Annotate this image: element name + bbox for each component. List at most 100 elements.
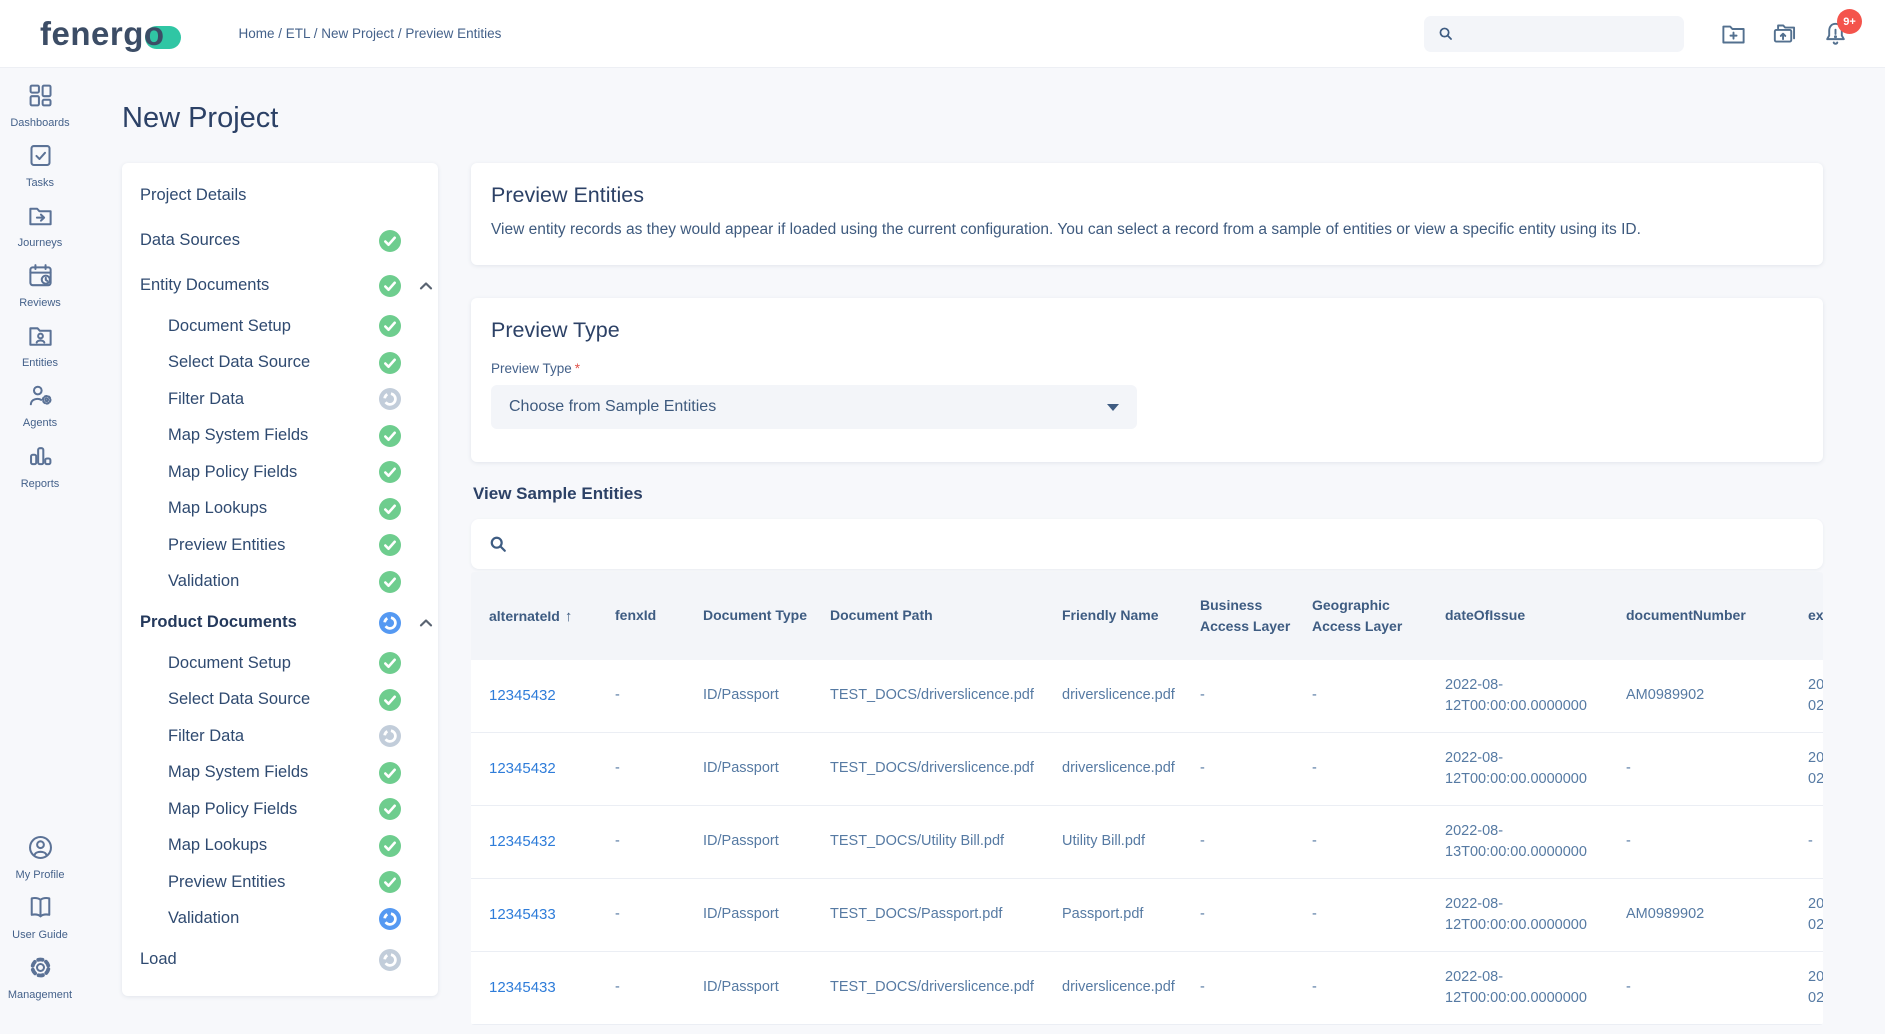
table-cell-alternateId[interactable]: 12345432 — [489, 685, 615, 708]
table-cell-friendlyName: driverslicence.pdf — [1062, 758, 1200, 780]
upload-folders-icon[interactable] — [1771, 20, 1798, 47]
wizard-step-map-system-fields[interactable]: Map System Fields — [122, 755, 438, 792]
sidebar-item-dashboards[interactable]: Dashboards — [0, 82, 80, 129]
table-cell-fenxId: - — [615, 831, 703, 853]
table-cell-alternateId[interactable]: 12345432 — [489, 831, 615, 854]
wizard-step-label: Map System Fields — [168, 426, 378, 445]
status-complete-icon — [378, 460, 402, 484]
table-row[interactable]: 12345433-ID/PassportTEST_DOCS/driverslic… — [471, 952, 1823, 1025]
wizard-step-preview-entities[interactable]: Preview Entities — [122, 864, 438, 901]
global-search-input[interactable] — [1455, 16, 1684, 52]
top-header: fenergo Home / ETL / New Project / Previ… — [0, 0, 1885, 68]
wizard-step-document-setup[interactable]: Document Setup — [122, 645, 438, 682]
wizard-step-document-setup[interactable]: Document Setup — [122, 308, 438, 345]
wizard-step-select-data-source[interactable]: Select Data Source — [122, 345, 438, 382]
wizard-step-map-policy-fields[interactable]: Map Policy Fields — [122, 791, 438, 828]
chevron-slot-empty — [416, 799, 436, 819]
add-folder-icon[interactable] — [1720, 20, 1747, 47]
preview-type-select[interactable]: Choose from Sample Entities — [491, 385, 1137, 429]
wizard-step-map-policy-fields[interactable]: Map Policy Fields — [122, 454, 438, 491]
column-header-documentNumber[interactable]: documentNumber — [1626, 605, 1808, 627]
table-cell-businessAccessLayer: - — [1200, 758, 1312, 780]
chevron-slot-empty — [416, 462, 436, 482]
table-row[interactable]: 12345433-ID/PassportTEST_DOCS/Passport.p… — [471, 879, 1823, 952]
wizard-step-map-lookups[interactable]: Map Lookups — [122, 491, 438, 528]
sample-entities-search[interactable] — [471, 519, 1823, 569]
search-icon — [1436, 24, 1455, 43]
wizard-step-filter-data[interactable]: Filter Data — [122, 718, 438, 755]
column-header-businessAccessLayer[interactable]: Business Access Layer — [1200, 595, 1312, 638]
chevron-down-icon — [1107, 404, 1119, 411]
sidebar-item-management[interactable]: Management — [0, 954, 80, 1001]
table-row[interactable]: 12345432-ID/PassportTEST_DOCS/driverslic… — [471, 733, 1823, 806]
notifications-bell-icon[interactable]: 9+ — [1822, 20, 1849, 47]
sort-ascending-icon: ↑ — [565, 608, 573, 625]
status-in-progress-icon — [378, 611, 402, 635]
column-header-friendlyName[interactable]: Friendly Name — [1062, 605, 1200, 627]
wizard-step-load[interactable]: Load — [122, 937, 438, 982]
wizard-step-label: Map Lookups — [168, 499, 378, 518]
table-cell-fenxId: - — [615, 977, 703, 999]
column-header-alternateId[interactable]: alternateId↑ — [489, 605, 615, 628]
wizard-step-data-sources[interactable]: Data Sources — [122, 218, 438, 263]
table-header-row: alternateId↑fenxIdDocument TypeDocument … — [471, 572, 1823, 660]
wizard-steps-panel: Project Details Data Sources Entity Docu… — [122, 163, 438, 996]
sidebar-item-tasks[interactable]: Tasks — [0, 142, 80, 189]
table-cell-exp: - — [1808, 831, 1823, 853]
breadcrumb[interactable]: Home / ETL / New Project / Preview Entit… — [239, 26, 502, 41]
wizard-step-product-documents[interactable]: Product Documents — [122, 600, 438, 645]
status-complete-icon — [378, 314, 402, 338]
notification-count-badge: 9+ — [1837, 9, 1862, 34]
status-complete-icon — [378, 761, 402, 785]
sample-entities-table-body: 12345432-ID/PassportTEST_DOCS/driverslic… — [471, 660, 1823, 1025]
sidebar-item-agents[interactable]: Agents — [0, 382, 80, 429]
status-none — [378, 184, 402, 208]
wizard-step-project-details[interactable]: Project Details — [122, 173, 438, 218]
chevron-up-icon[interactable] — [416, 276, 436, 296]
table-cell-geographicAccessLayer: - — [1312, 685, 1445, 707]
table-cell-dateOfIssue: 2022-08-12T00:00:00.0000000 — [1445, 894, 1626, 938]
column-header-geographicAccessLayer[interactable]: Geographic Access Layer — [1312, 595, 1445, 638]
column-header-exp[interactable]: exp — [1808, 605, 1823, 627]
column-header-dateOfIssue[interactable]: dateOfIssue — [1445, 605, 1626, 627]
table-cell-exp: 20 02 — [1808, 748, 1823, 792]
sidebar-item-entities[interactable]: Entities — [0, 322, 80, 369]
wizard-step-map-system-fields[interactable]: Map System Fields — [122, 418, 438, 455]
status-complete-icon — [378, 570, 402, 594]
wizard-step-label: Preview Entities — [168, 873, 378, 892]
column-header-documentPath[interactable]: Document Path — [830, 605, 1062, 627]
table-cell-alternateId[interactable]: 12345433 — [489, 904, 615, 927]
global-search[interactable] — [1424, 16, 1684, 52]
table-cell-documentPath: TEST_DOCS/driverslicence.pdf — [830, 758, 1062, 780]
table-cell-friendlyName: driverslicence.pdf — [1062, 977, 1200, 999]
status-complete-icon — [378, 274, 402, 298]
chevron-slot-empty — [416, 872, 436, 892]
column-header-fenxId[interactable]: fenxId — [615, 605, 703, 627]
chevron-up-icon[interactable] — [416, 613, 436, 633]
wizard-step-filter-data[interactable]: Filter Data — [122, 381, 438, 418]
column-header-documentType[interactable]: Document Type — [703, 605, 830, 627]
chevron-slot-empty — [416, 690, 436, 710]
wizard-step-label: Validation — [168, 909, 378, 928]
wizard-step-select-data-source[interactable]: Select Data Source — [122, 682, 438, 719]
sidebar-item-journeys[interactable]: Journeys — [0, 202, 80, 249]
sidebar-item-user-guide[interactable]: User Guide — [0, 894, 80, 941]
table-cell-alternateId[interactable]: 12345433 — [489, 977, 615, 1000]
table-row[interactable]: 12345432-ID/PassportTEST_DOCS/Utility Bi… — [471, 806, 1823, 879]
user-guide-icon — [27, 894, 54, 926]
sidebar-item-label: User Guide — [12, 929, 68, 941]
wizard-step-validation[interactable]: Validation — [122, 564, 438, 601]
wizard-step-entity-documents[interactable]: Entity Documents — [122, 263, 438, 308]
fenergo-logo[interactable]: fenergo — [40, 15, 181, 53]
wizard-step-preview-entities[interactable]: Preview Entities — [122, 527, 438, 564]
wizard-step-map-lookups[interactable]: Map Lookups — [122, 828, 438, 865]
table-row[interactable]: 12345432-ID/PassportTEST_DOCS/driverslic… — [471, 660, 1823, 733]
table-cell-alternateId[interactable]: 12345432 — [489, 758, 615, 781]
sidebar-item-reviews[interactable]: Reviews — [0, 262, 80, 309]
sidebar-item-my-profile[interactable]: My Profile — [0, 834, 80, 881]
wizard-step-validation[interactable]: Validation — [122, 901, 438, 938]
sidebar-item-reports[interactable]: Reports — [0, 443, 80, 490]
sample-entities-search-input[interactable] — [509, 519, 1823, 569]
preview-type-selected-value: Choose from Sample Entities — [509, 398, 716, 416]
wizard-step-label: Filter Data — [168, 727, 378, 746]
